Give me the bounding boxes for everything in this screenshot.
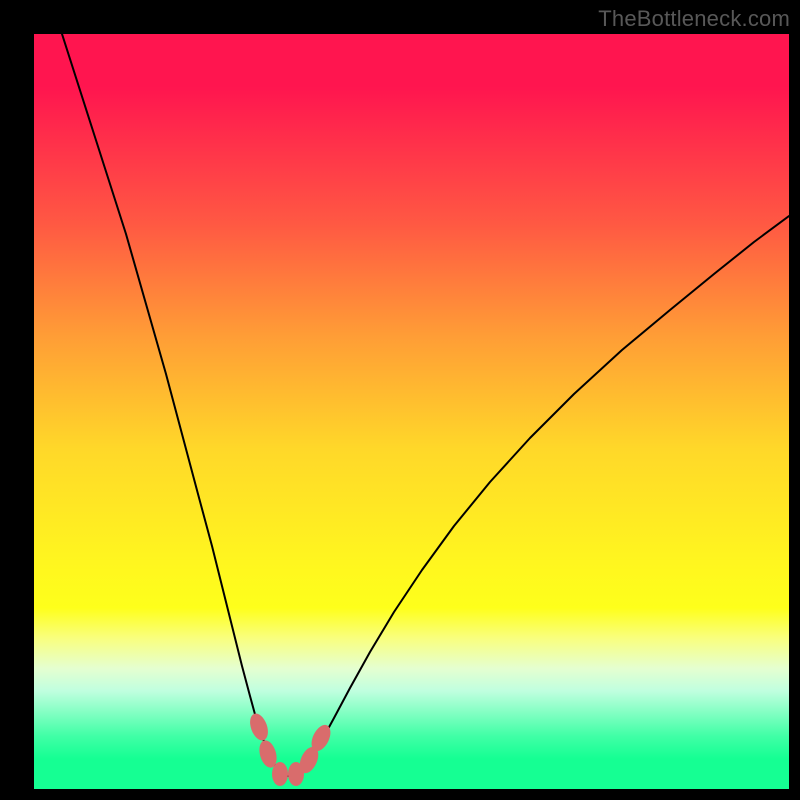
curve-markers (247, 711, 335, 786)
credit-text: TheBottleneck.com (598, 6, 790, 32)
plot-area (34, 34, 789, 789)
curve-layer (34, 34, 789, 789)
chart-frame: TheBottleneck.com (0, 0, 800, 800)
bottleneck-curve (62, 34, 789, 776)
marker-bottom-left (272, 762, 288, 786)
marker-left-upper (247, 711, 272, 743)
